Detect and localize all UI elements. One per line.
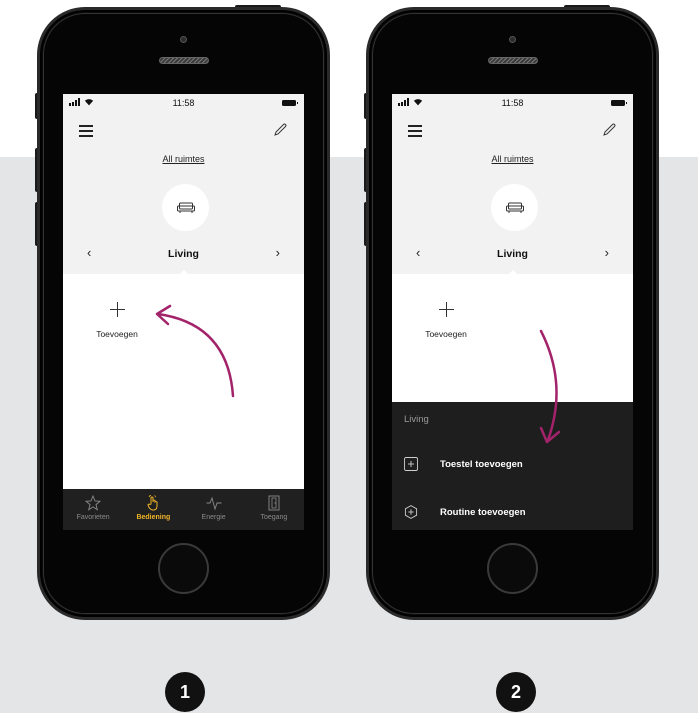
tab-energie[interactable]: Energie	[184, 489, 244, 530]
tab-label: Energie	[201, 514, 226, 521]
add-routine-button[interactable]: Routine toevoegen	[404, 500, 624, 524]
app-screen: 11:58 All ruimtes ‹ Living › Toevoegen L…	[392, 94, 633, 530]
step-badge-2: 2	[496, 672, 536, 712]
status-time: 11:58	[501, 98, 524, 108]
tab-bediening[interactable]: Bediening	[123, 489, 183, 530]
pulse-icon	[206, 496, 222, 511]
camera-icon	[509, 36, 516, 43]
tab-label: Toegang	[260, 514, 288, 521]
speaker-grille	[488, 57, 538, 64]
phone-step-1: 11:58 All ruimtes ‹ Living › Toevoegen F…	[35, 5, 330, 620]
add-routine-label: Routine toevoegen	[440, 506, 526, 518]
step-badge-1: 1	[165, 672, 205, 712]
tab-toegang[interactable]: Toegang	[244, 489, 304, 530]
room-header-area: 11:58 All ruimtes ‹ Living ›	[392, 94, 633, 275]
status-time: 11:58	[172, 98, 195, 108]
add-label: Toevoegen	[96, 329, 138, 339]
plus-icon	[109, 302, 125, 317]
phone-step-2: 11:58 All ruimtes ‹ Living › Toevoegen L…	[364, 5, 659, 620]
room-header-area: 11:58 All ruimtes ‹ Living ›	[63, 94, 304, 275]
status-bar: 11:58	[63, 94, 304, 112]
all-rooms-link[interactable]: All ruimtes	[491, 154, 533, 164]
hamburger-icon[interactable]	[79, 125, 93, 137]
tab-favorieten[interactable]: Favorieten	[63, 489, 123, 530]
next-room-chevron[interactable]: ›	[276, 245, 280, 260]
hamburger-icon[interactable]	[408, 125, 422, 137]
sofa-icon	[505, 202, 524, 213]
action-sheet: Living Toestel toevoegen Routine toevoeg…	[392, 402, 633, 530]
all-rooms-link-wrap: All ruimtes	[63, 154, 304, 164]
hand-icon	[147, 495, 158, 511]
room-avatar	[162, 184, 209, 231]
sofa-icon	[176, 202, 195, 213]
pencil-icon[interactable]	[272, 122, 288, 138]
room-name: Living	[497, 248, 528, 260]
next-room-chevron[interactable]: ›	[605, 245, 609, 260]
home-button[interactable]	[158, 543, 209, 594]
add-button[interactable]: Toevoegen	[416, 302, 476, 339]
door-icon	[268, 495, 280, 511]
speaker-grille	[159, 57, 209, 64]
app-screen: 11:58 All ruimtes ‹ Living › Toevoegen F…	[63, 94, 304, 530]
plus-icon	[438, 302, 454, 317]
selection-notch	[179, 270, 189, 275]
battery-icon	[282, 100, 298, 106]
pencil-icon[interactable]	[601, 122, 617, 138]
sheet-title: Living	[404, 414, 429, 425]
selection-notch	[508, 270, 518, 275]
battery-icon	[611, 100, 627, 106]
all-rooms-link[interactable]: All ruimtes	[162, 154, 204, 164]
star-icon	[85, 495, 102, 511]
plus-hexagon-icon	[404, 505, 418, 519]
room-avatar	[491, 184, 538, 231]
room-name: Living	[168, 248, 199, 260]
camera-icon	[180, 36, 187, 43]
add-label: Toevoegen	[425, 329, 467, 339]
all-rooms-link-wrap: All ruimtes	[392, 154, 633, 164]
tab-bar: Favorieten Bediening Energie Toegang	[63, 489, 304, 530]
home-button[interactable]	[487, 543, 538, 594]
plus-square-icon	[404, 457, 418, 471]
tab-label: Bediening	[136, 514, 171, 521]
add-device-label: Toestel toevoegen	[440, 458, 523, 470]
add-button[interactable]: Toevoegen	[87, 302, 147, 339]
tab-label: Favorieten	[76, 514, 110, 521]
add-device-button[interactable]: Toestel toevoegen	[404, 452, 624, 476]
status-bar: 11:58	[392, 94, 633, 112]
